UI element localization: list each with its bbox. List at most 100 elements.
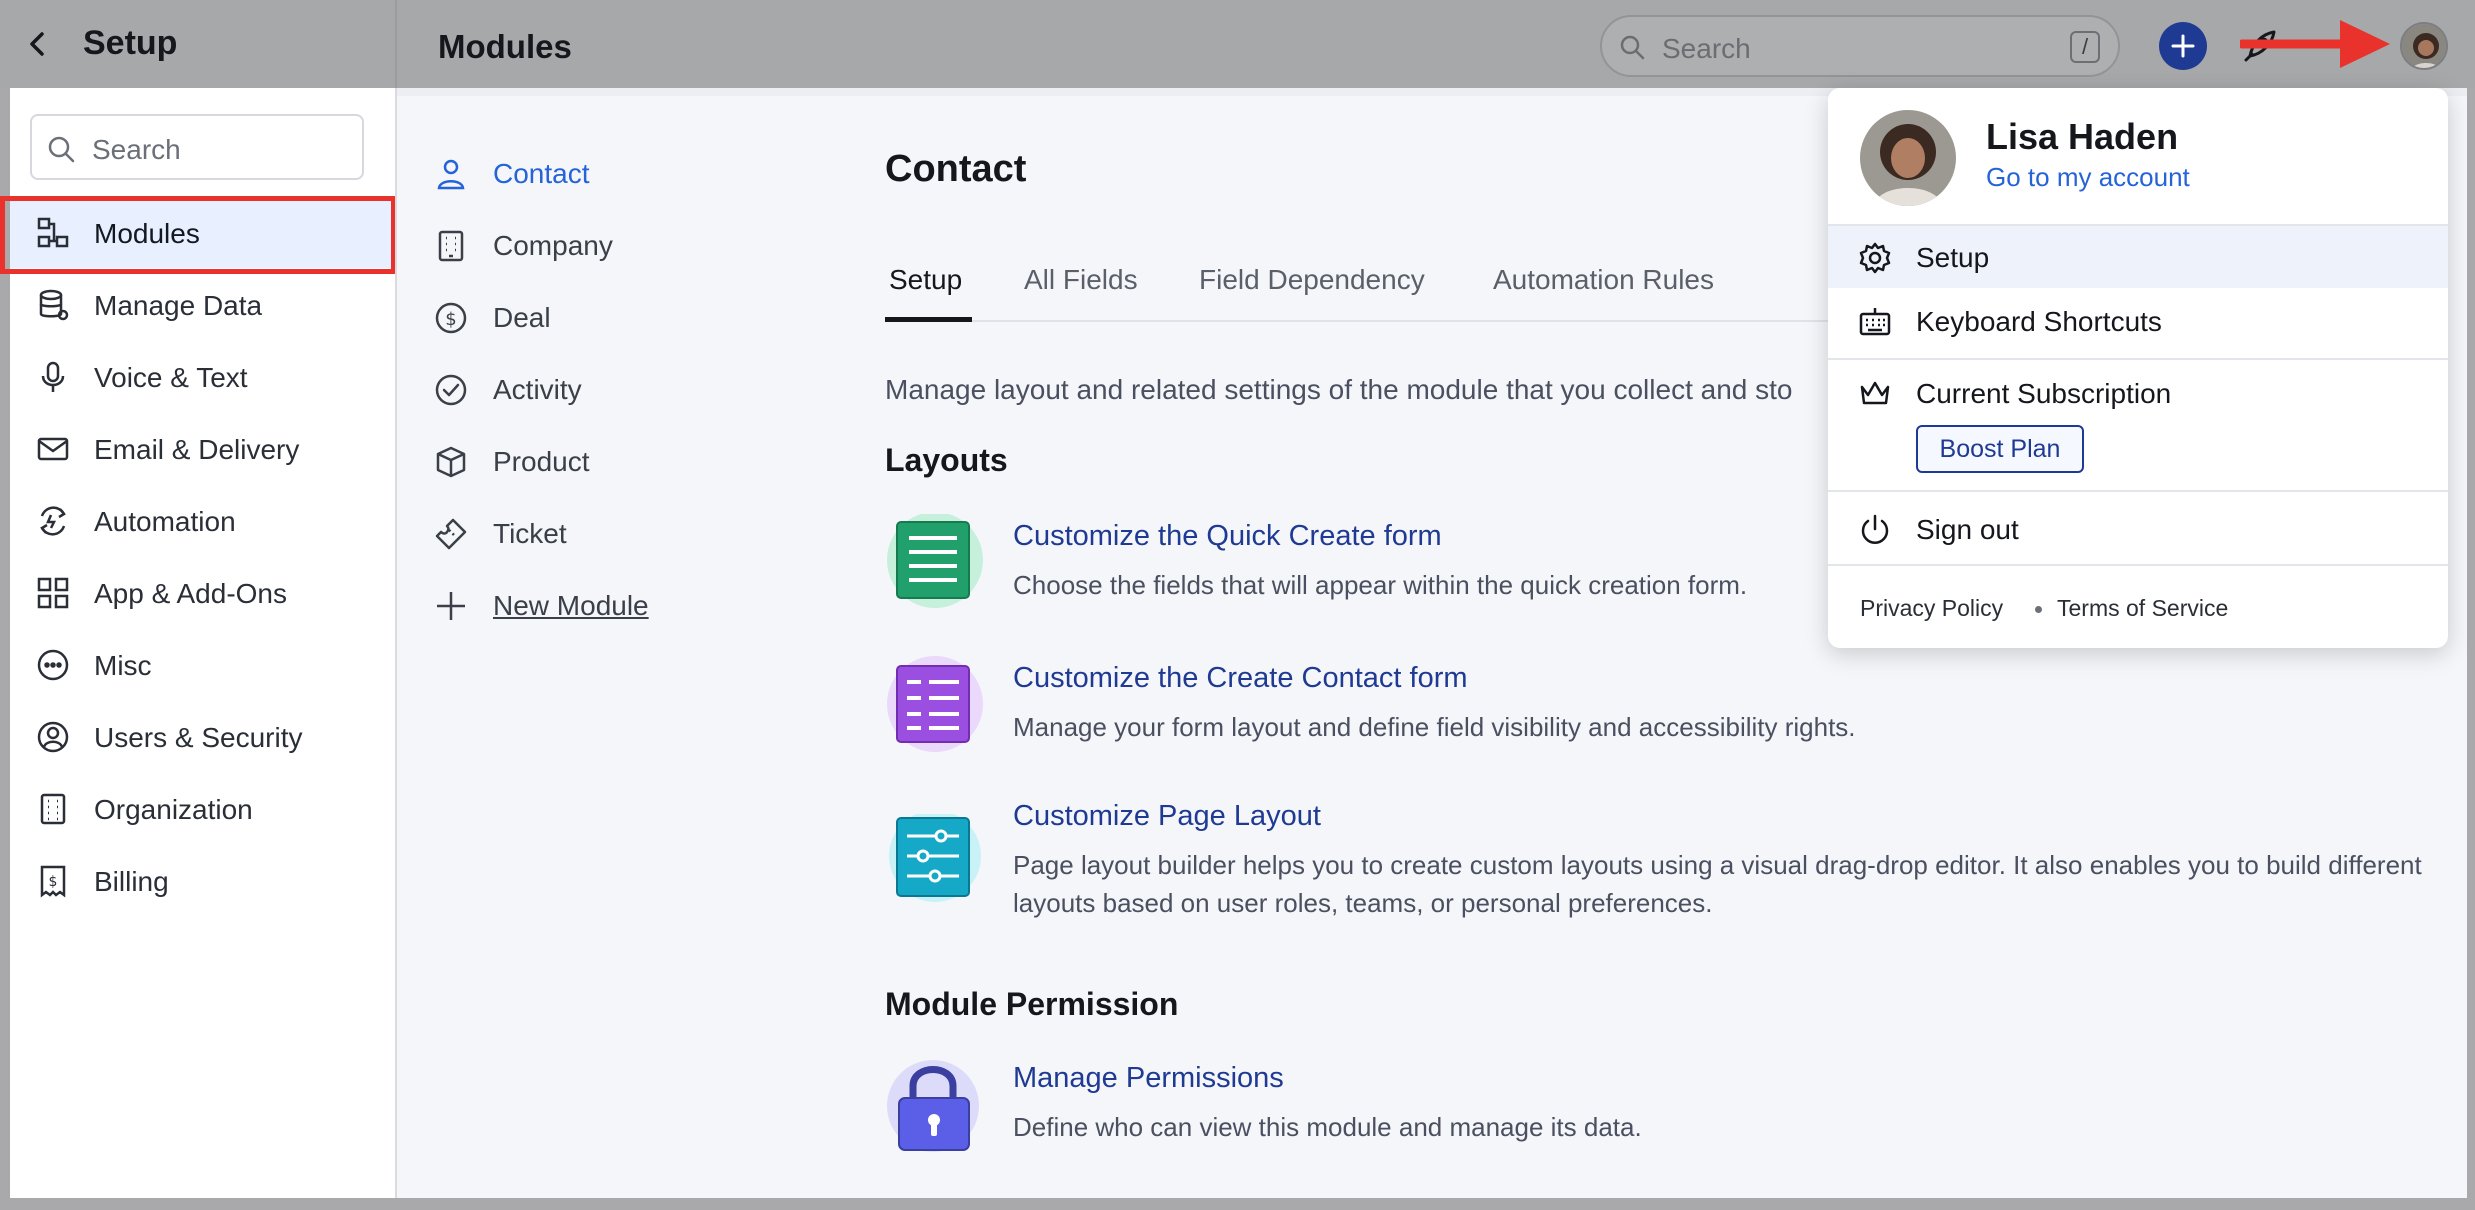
module-item-label: Company <box>493 230 613 261</box>
menu-item-label: Current Subscription <box>1916 378 2172 409</box>
terms-of-service-link[interactable]: Terms of Service <box>2057 595 2228 622</box>
red-pointer-arrow-icon <box>2240 14 2395 74</box>
top-bar: Setup Modules Search / <box>0 0 2475 88</box>
menu-item-setup[interactable]: Setup <box>1828 226 2448 288</box>
search-placeholder: Search <box>1662 33 1751 64</box>
new-module-label: New Module <box>493 590 649 621</box>
sidebar-item-label: Organization <box>94 794 253 825</box>
new-module-link[interactable]: New Module <box>397 576 817 636</box>
menu-item-current-subscription: Current Subscription <box>1828 362 2448 424</box>
plus-icon <box>434 589 468 623</box>
menu-item-sign-out[interactable]: Sign out <box>1828 498 2448 560</box>
box-icon <box>434 445 468 479</box>
tab-all-fields[interactable]: All Fields <box>1024 264 1138 296</box>
topbar-divider <box>395 0 397 88</box>
sidebar-item-billing[interactable]: $ Billing <box>10 844 396 916</box>
lock-icon <box>885 1056 985 1156</box>
feature-create-contact[interactable]: Customize the Create Contact form Manage… <box>885 656 2445 756</box>
global-search-input[interactable]: Search / <box>1600 15 2120 77</box>
module-item-ticket[interactable]: Ticket <box>397 504 817 564</box>
tab-automation-rules[interactable]: Automation Rules <box>1493 264 1714 296</box>
search-icon <box>46 134 76 164</box>
tab-setup[interactable]: Setup <box>889 264 962 296</box>
keyboard-icon <box>1858 305 1892 339</box>
module-item-label: Ticket <box>493 518 567 549</box>
sidebar-item-misc[interactable]: Misc <box>10 628 396 700</box>
plus-icon <box>2171 34 2195 58</box>
tab-field-dependency[interactable]: Field Dependency <box>1199 264 1425 296</box>
search-icon <box>1618 33 1646 61</box>
module-item-product[interactable]: Product <box>397 432 817 492</box>
sidebar-item-label: Voice & Text <box>94 362 248 393</box>
sidebar-item-voice-text[interactable]: Voice & Text <box>10 340 396 412</box>
module-item-company[interactable]: Company <box>397 216 817 276</box>
more-circle-icon <box>36 648 70 682</box>
modules-highlight-box <box>0 196 396 274</box>
sidebar-item-label: Misc <box>94 650 152 681</box>
separator-dot <box>2035 606 2042 613</box>
feature-page-layout[interactable]: Customize Page Layout Page layout builde… <box>885 794 2445 924</box>
sidebar-item-label: Users & Security <box>94 722 303 753</box>
crown-icon <box>1858 377 1892 411</box>
user-avatar <box>1860 110 1956 206</box>
feature-title[interactable]: Manage Permissions <box>1013 1062 1284 1095</box>
page-title: Modules <box>438 28 572 65</box>
sidebar-item-manage-data[interactable]: Manage Data <box>10 268 396 340</box>
automation-icon <box>36 504 70 538</box>
sidebar-item-email-delivery[interactable]: Email & Delivery <box>10 412 396 484</box>
user-avatar-button[interactable] <box>2400 22 2448 70</box>
privacy-policy-link[interactable]: Privacy Policy <box>1860 595 2003 622</box>
feature-description: Page layout builder helps you to create … <box>1013 850 2422 918</box>
module-item-activity[interactable]: Activity <box>397 360 817 420</box>
go-to-account-link[interactable]: Go to my account <box>1986 162 2190 193</box>
menu-divider <box>1828 490 2448 492</box>
ticket-icon <box>434 517 468 551</box>
svg-text:$: $ <box>49 874 58 890</box>
menu-item-label: Keyboard Shortcuts <box>1916 306 2162 337</box>
menu-divider <box>1828 358 2448 360</box>
gear-icon <box>1858 241 1892 275</box>
frame-right <box>2467 88 2475 1198</box>
check-circle-icon <box>434 373 468 407</box>
database-icon <box>36 288 70 322</box>
module-item-label: Deal <box>493 302 551 333</box>
module-item-label: Contact <box>493 158 590 189</box>
person-icon <box>434 157 468 191</box>
contact-form-icon <box>885 656 985 756</box>
feature-description: Manage your form layout and define field… <box>1013 712 1856 742</box>
sidebar-item-organization[interactable]: Organization <box>10 772 396 844</box>
building-icon <box>36 792 70 826</box>
feature-title[interactable]: Customize the Quick Create form <box>1013 520 1442 553</box>
sidebar-item-label: App & Add-Ons <box>94 578 288 609</box>
sidebar-search-placeholder: Search <box>92 134 181 165</box>
sidebar-item-users-security[interactable]: Users & Security <box>10 700 396 772</box>
feature-title[interactable]: Customize Page Layout <box>1013 800 1321 833</box>
module-item-label: Activity <box>493 374 582 405</box>
quick-form-icon <box>885 514 985 614</box>
svg-text:$: $ <box>445 309 456 330</box>
sidebar-item-label: Email & Delivery <box>94 434 300 465</box>
apps-grid-icon <box>36 576 70 610</box>
sidebar-item-app-addons[interactable]: App & Add-Ons <box>10 556 396 628</box>
mail-icon <box>36 432 70 466</box>
user-circle-icon <box>36 720 70 754</box>
menu-item-label: Sign out <box>1916 514 2019 545</box>
content-title: Contact <box>885 148 1027 190</box>
module-item-deal[interactable]: $ Deal <box>397 288 817 348</box>
sidebar-item-label: Manage Data <box>94 290 263 321</box>
user-account-menu: Lisa Haden Go to my account Setup Keyboa… <box>1828 88 2448 648</box>
back-arrow-icon[interactable] <box>22 28 54 60</box>
sidebar-search-input[interactable]: Search <box>30 114 364 180</box>
active-tab-indicator <box>885 317 972 322</box>
sidebar-item-label: Billing <box>94 866 169 897</box>
create-new-button[interactable] <box>2159 22 2207 70</box>
menu-divider <box>1828 564 2448 566</box>
module-item-contact[interactable]: Contact <box>397 144 817 204</box>
feature-manage-permissions[interactable]: Manage Permissions Define who can view t… <box>885 1056 2445 1156</box>
boost-plan-badge[interactable]: Boost Plan <box>1916 425 2084 473</box>
menu-item-keyboard-shortcuts[interactable]: Keyboard Shortcuts <box>1828 290 2448 352</box>
frame-bottom <box>0 1198 2475 1210</box>
layouts-heading: Layouts <box>885 442 1008 478</box>
sidebar-item-automation[interactable]: Automation <box>10 484 396 556</box>
feature-title[interactable]: Customize the Create Contact form <box>1013 662 1468 695</box>
